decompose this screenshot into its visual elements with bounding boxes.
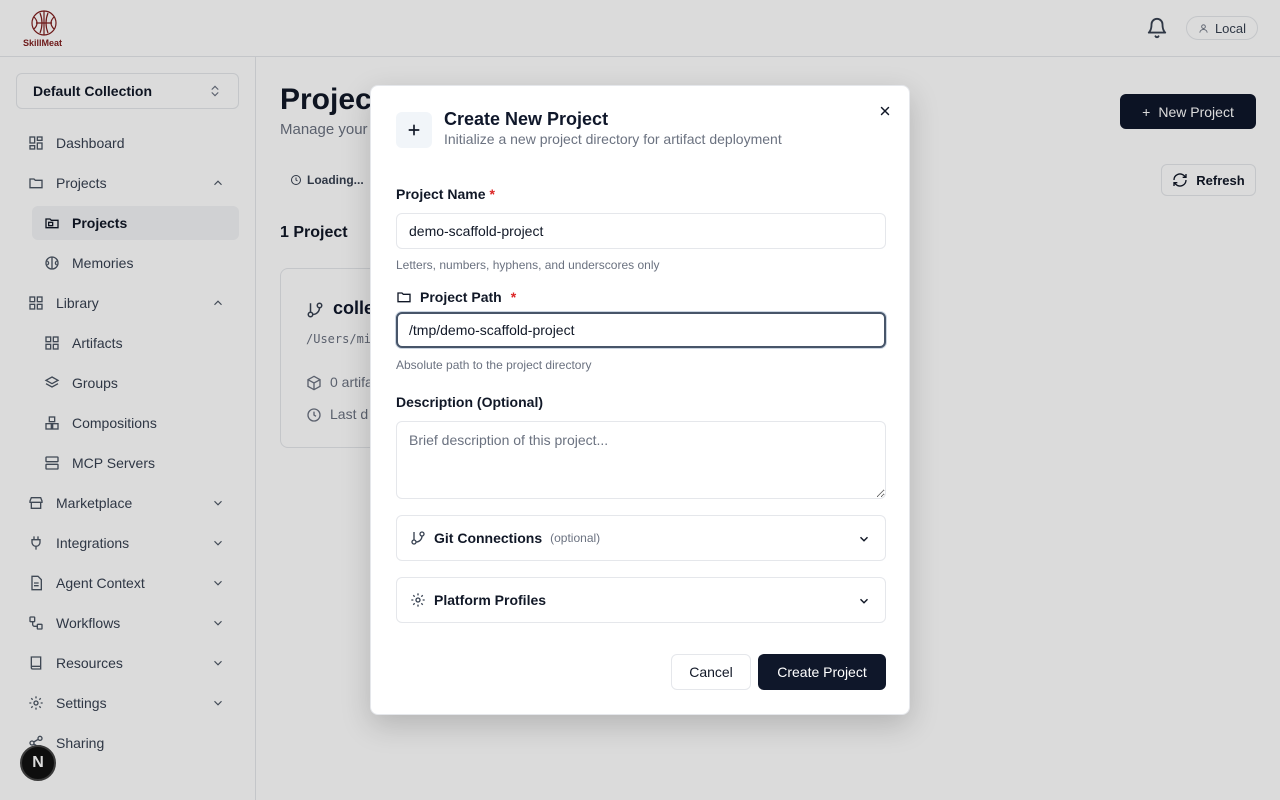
project-name-label: Project Name * bbox=[396, 186, 495, 202]
project-path-hint: Absolute path to the project directory bbox=[396, 358, 592, 372]
project-path-input[interactable] bbox=[396, 312, 886, 348]
git-optional-label: (optional) bbox=[550, 531, 601, 545]
project-name-label-text: Project Name bbox=[396, 186, 486, 202]
description-label: Description (Optional) bbox=[396, 394, 543, 410]
project-path-label-text: Project Path bbox=[420, 289, 502, 305]
dialog-description: Initialize a new project directory for a… bbox=[444, 131, 782, 147]
git-branch-icon bbox=[411, 531, 425, 545]
cancel-button[interactable]: Cancel bbox=[671, 654, 751, 690]
platform-profiles-label: Platform Profiles bbox=[434, 592, 547, 608]
platform-profiles-section[interactable]: Platform Profiles bbox=[396, 577, 886, 623]
create-project-button[interactable]: Create Project bbox=[758, 654, 886, 690]
project-name-input[interactable] bbox=[396, 213, 886, 249]
git-connections-label: Git Connections bbox=[434, 530, 543, 546]
project-name-hint: Letters, numbers, hyphens, and underscor… bbox=[396, 258, 660, 272]
chevron-down-icon bbox=[859, 598, 869, 604]
git-connections-section[interactable]: Git Connections (optional) bbox=[396, 515, 886, 561]
close-button[interactable] bbox=[877, 103, 893, 119]
folder-icon bbox=[397, 292, 411, 303]
create-project-dialog: Create New Project Initialize a new proj… bbox=[370, 85, 910, 715]
required-mark: * bbox=[489, 186, 495, 202]
gear-icon bbox=[411, 593, 425, 607]
required-mark: * bbox=[510, 289, 517, 305]
chevron-down-icon bbox=[859, 536, 869, 542]
close-icon bbox=[880, 106, 890, 116]
dialog-title: Create New Project bbox=[444, 109, 609, 129]
description-textarea[interactable] bbox=[396, 421, 886, 499]
plus-icon bbox=[396, 112, 432, 148]
project-path-label: Project Path * bbox=[396, 289, 516, 305]
